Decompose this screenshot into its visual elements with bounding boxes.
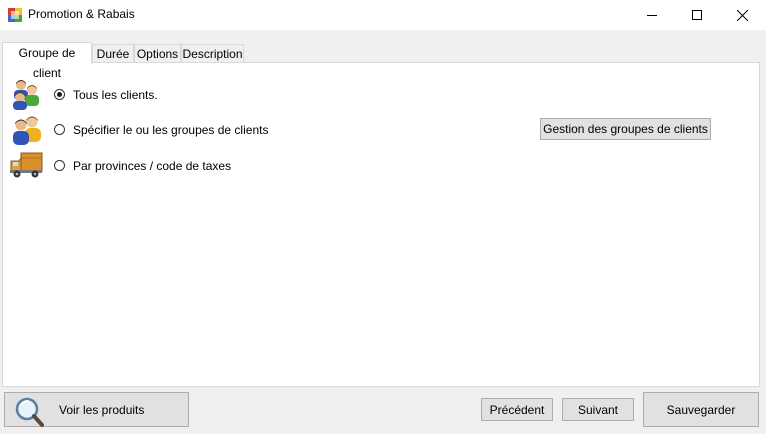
title-bar: Promotion & Rabais bbox=[0, 0, 766, 30]
label-by-province: Par provinces / code de taxes bbox=[73, 159, 232, 173]
users-group-icon bbox=[13, 116, 41, 145]
label-all-clients: Tous les clients. bbox=[73, 88, 158, 102]
option-all-clients: Tous les clients. bbox=[3, 78, 759, 110]
tab-strip: Groupe de client Durée Options Descripti… bbox=[0, 42, 766, 80]
bottom-bar: Voir les produits Précédent Suivant Sauv… bbox=[0, 387, 766, 434]
save-button[interactable]: Sauvegarder bbox=[643, 392, 759, 427]
maximize-button[interactable] bbox=[674, 0, 720, 30]
window-title: Promotion & Rabais bbox=[28, 7, 135, 21]
tab-duree[interactable]: Durée bbox=[92, 44, 134, 62]
tab-groupe-de-client[interactable]: Groupe de client bbox=[2, 42, 92, 80]
tab-description[interactable]: Description bbox=[181, 44, 244, 62]
maximize-icon bbox=[692, 10, 702, 20]
minimize-icon bbox=[647, 15, 657, 16]
option-by-province: Par provinces / code de taxes bbox=[3, 149, 759, 181]
radio-specific-groups[interactable] bbox=[54, 124, 65, 135]
option-specific-groups: Spécifier le ou les groupes de clients G… bbox=[3, 114, 759, 146]
close-icon bbox=[736, 9, 748, 21]
tab-page-groupe-de-client: Tous les clients. Spécifier le ou les gr… bbox=[2, 62, 760, 387]
minimize-button[interactable] bbox=[629, 0, 675, 30]
promotion-window: Promotion & Rabais Groupe de client Duré… bbox=[0, 0, 766, 434]
radio-all-clients[interactable] bbox=[54, 89, 65, 100]
view-products-button[interactable]: Voir les produits bbox=[4, 392, 189, 427]
previous-button[interactable]: Précédent bbox=[481, 398, 553, 421]
close-button[interactable] bbox=[719, 0, 765, 30]
app-icon bbox=[8, 8, 22, 22]
manage-client-groups-button[interactable]: Gestion des groupes de clients bbox=[540, 118, 711, 140]
label-specific-groups: Spécifier le ou les groupes de clients bbox=[73, 123, 269, 137]
next-button[interactable]: Suivant bbox=[562, 398, 634, 421]
tab-options[interactable]: Options bbox=[134, 44, 181, 62]
radio-by-province[interactable] bbox=[54, 160, 65, 171]
view-products-label: Voir les produits bbox=[59, 403, 145, 417]
magnifier-icon bbox=[15, 397, 44, 427]
delivery-truck-icon bbox=[10, 152, 43, 178]
